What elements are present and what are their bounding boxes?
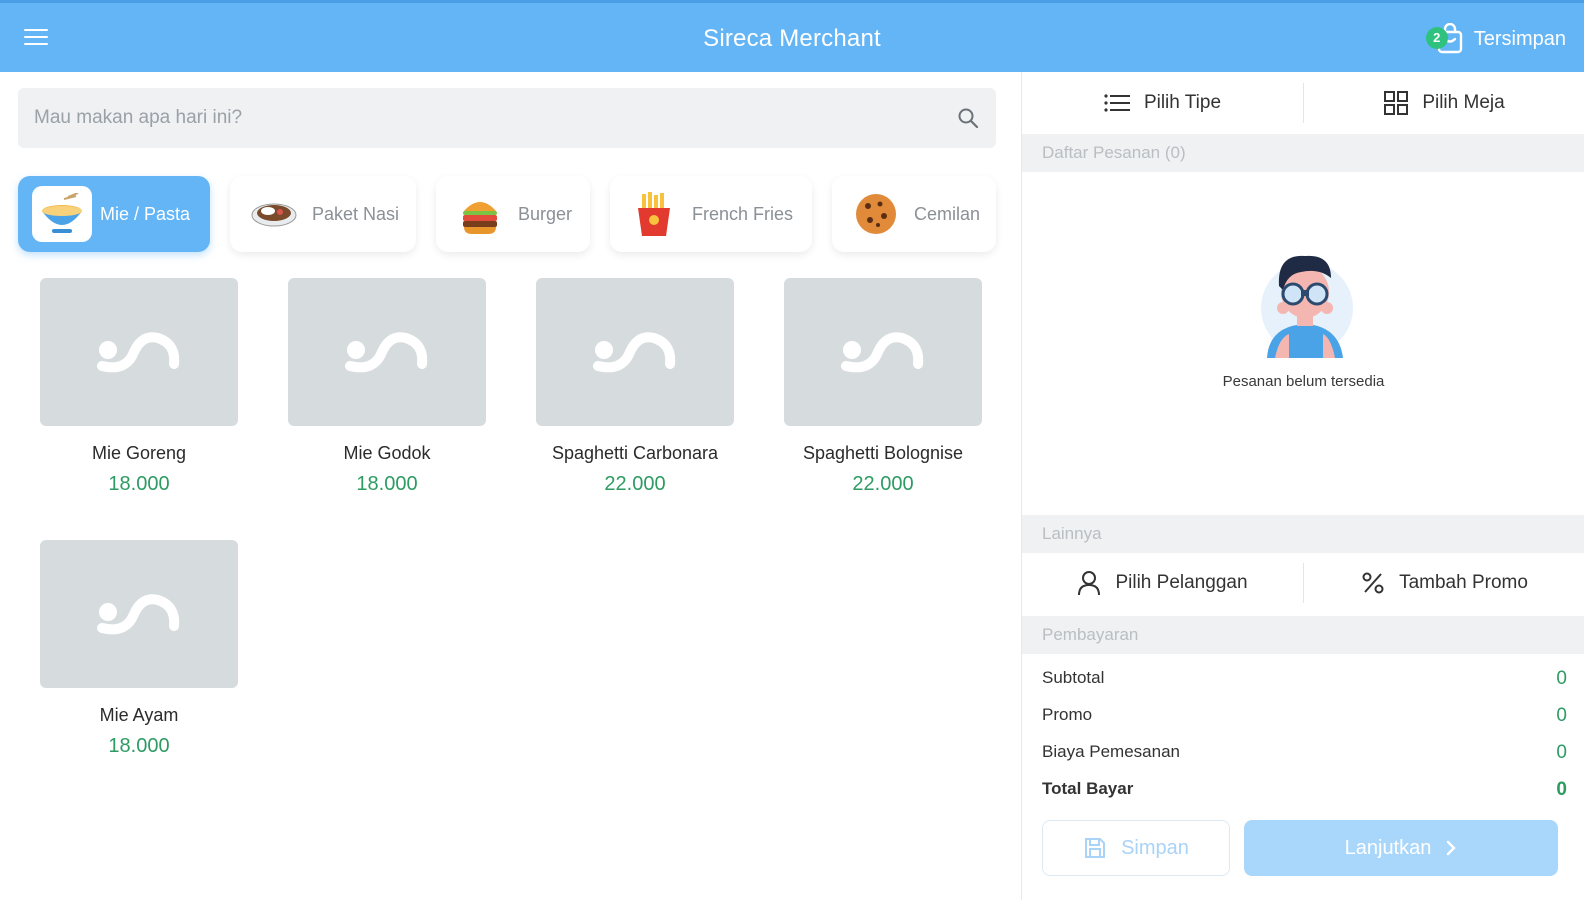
fee-row: Biaya Pemesanan 0 xyxy=(1042,742,1567,764)
product-card[interactable]: Spaghetti Bolognise 22.000 xyxy=(784,278,982,496)
noodle-bowl-icon xyxy=(42,193,82,233)
placeholder-logo-icon xyxy=(841,332,924,373)
list-icon xyxy=(1104,94,1130,112)
saved-count-badge: 2 xyxy=(1425,27,1448,49)
continue-label: Lanjutkan xyxy=(1344,836,1432,859)
product-price: 22.000 xyxy=(604,473,666,495)
product-name: Mie Goreng xyxy=(91,443,187,463)
order-panel: Pilih Tipe Pilih Meja Daftar Pesanan (0) xyxy=(1021,72,1584,900)
app-header: Sireca Merchant 2 Tersimpan xyxy=(0,0,1584,72)
extras-row: Pilih Pelanggan Tambah Promo xyxy=(1022,553,1584,613)
empty-order-state: Pesanan belum tersedia xyxy=(1022,242,1584,390)
product-price: 18.000 xyxy=(108,473,170,495)
promo-value: 0 xyxy=(1556,705,1567,726)
order-type-row: Pilih Tipe Pilih Meja xyxy=(1022,72,1584,134)
product-image-placeholder xyxy=(40,278,238,426)
placeholder-logo-icon xyxy=(97,332,180,373)
fee-value: 0 xyxy=(1556,742,1567,763)
person-binoculars-illustration xyxy=(1260,255,1353,358)
menu-icon[interactable] xyxy=(24,29,48,47)
select-customer-button[interactable]: Pilih Pelanggan xyxy=(1022,553,1303,613)
product-name: Mie Godok xyxy=(343,443,431,463)
search-bar xyxy=(18,88,996,148)
category-paket-nasi[interactable]: Paket Nasi xyxy=(230,176,416,252)
select-type-label: Pilih Tipe xyxy=(1143,92,1222,113)
cookie-icon xyxy=(856,194,896,234)
product-image-placeholder xyxy=(288,278,486,426)
save-button[interactable]: Simpan xyxy=(1042,820,1230,876)
product-name: Spaghetti Bolognise xyxy=(802,443,964,463)
saved-label: Tersimpan xyxy=(1473,27,1566,50)
category-label: Burger xyxy=(518,203,573,224)
product-card[interactable]: Spaghetti Carbonara 22.000 xyxy=(536,278,734,496)
promo-row: Promo 0 xyxy=(1042,705,1567,727)
menu-panel: Mie / Pasta Paket Nasi xyxy=(0,72,1020,900)
search-icon[interactable] xyxy=(956,106,980,130)
add-promo-button[interactable]: Tambah Promo xyxy=(1304,553,1584,613)
french-fries-icon xyxy=(638,192,670,236)
app-title: Sireca Merchant xyxy=(703,25,881,52)
category-burger[interactable]: Burger xyxy=(436,176,590,252)
category-label: Paket Nasi xyxy=(312,203,400,224)
select-customer-label: Pilih Pelanggan xyxy=(1115,572,1248,593)
category-label: Mie / Pasta xyxy=(100,203,191,224)
product-card[interactable]: Mie Goreng 18.000 xyxy=(40,278,238,496)
product-price: 18.000 xyxy=(108,735,170,757)
subtotal-row: Subtotal 0 xyxy=(1042,668,1567,690)
fee-label: Biaya Pemesanan xyxy=(1042,742,1180,761)
product-image-placeholder xyxy=(536,278,734,426)
payment-header: Pembayaran xyxy=(1022,616,1584,654)
category-cemilan[interactable]: Cemilan xyxy=(832,176,996,252)
product-price: 18.000 xyxy=(356,473,418,495)
category-french-fries[interactable]: French Fries xyxy=(610,176,812,252)
search-input[interactable] xyxy=(34,107,956,129)
category-list: Mie / Pasta Paket Nasi Burger French Fri… xyxy=(18,176,996,256)
category-mie-pasta[interactable]: Mie / Pasta xyxy=(18,176,210,252)
grid-icon xyxy=(1384,91,1409,115)
burger-icon xyxy=(463,202,497,234)
placeholder-logo-icon xyxy=(345,332,428,373)
subtotal-label: Subtotal xyxy=(1042,668,1105,687)
promo-label: Promo xyxy=(1042,705,1093,724)
select-table-label: Pilih Meja xyxy=(1422,92,1505,113)
saved-orders-button[interactable]: 2 Tersimpan xyxy=(1418,21,1566,57)
chevron-right-icon xyxy=(1447,840,1457,856)
product-price: 22.000 xyxy=(852,473,914,495)
save-label: Simpan xyxy=(1121,836,1189,859)
product-card[interactable]: Mie Godok 18.000 xyxy=(288,278,486,496)
category-label: French Fries xyxy=(692,203,794,224)
order-list-header: Daftar Pesanan (0) xyxy=(1022,134,1584,172)
placeholder-logo-icon xyxy=(97,594,180,635)
user-icon xyxy=(1078,571,1101,596)
product-name: Spaghetti Carbonara xyxy=(551,443,719,463)
product-image-placeholder xyxy=(40,540,238,688)
empty-order-text: Pesanan belum tersedia xyxy=(1222,373,1385,390)
category-label: Cemilan xyxy=(914,203,981,224)
product-name: Mie Ayam xyxy=(99,705,179,725)
total-value: 0 xyxy=(1556,779,1567,800)
product-image-placeholder xyxy=(784,278,982,426)
total-label: Total Bayar xyxy=(1042,779,1134,798)
placeholder-logo-icon xyxy=(593,332,676,373)
other-header: Lainnya xyxy=(1022,515,1584,553)
select-type-button[interactable]: Pilih Tipe xyxy=(1022,72,1303,134)
save-icon xyxy=(1085,838,1106,858)
percent-icon xyxy=(1362,572,1384,594)
subtotal-value: 0 xyxy=(1556,668,1567,689)
continue-button[interactable]: Lanjutkan xyxy=(1244,820,1558,876)
rice-plate-icon xyxy=(251,203,297,227)
product-card[interactable]: Mie Ayam 18.000 xyxy=(40,540,238,758)
total-row: Total Bayar 0 xyxy=(1042,779,1567,801)
select-table-button[interactable]: Pilih Meja xyxy=(1304,72,1584,134)
add-promo-label: Tambah Promo xyxy=(1399,572,1528,593)
